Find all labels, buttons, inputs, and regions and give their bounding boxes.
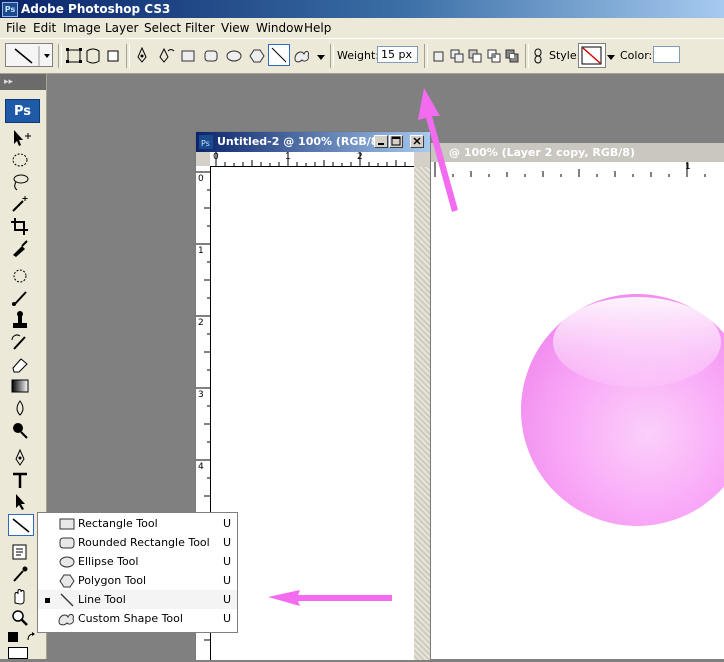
annotation-arrow-left-icon	[268, 590, 392, 606]
annotation-arrow-up-icon	[418, 88, 458, 212]
annotation-overlay	[268, 88, 458, 606]
